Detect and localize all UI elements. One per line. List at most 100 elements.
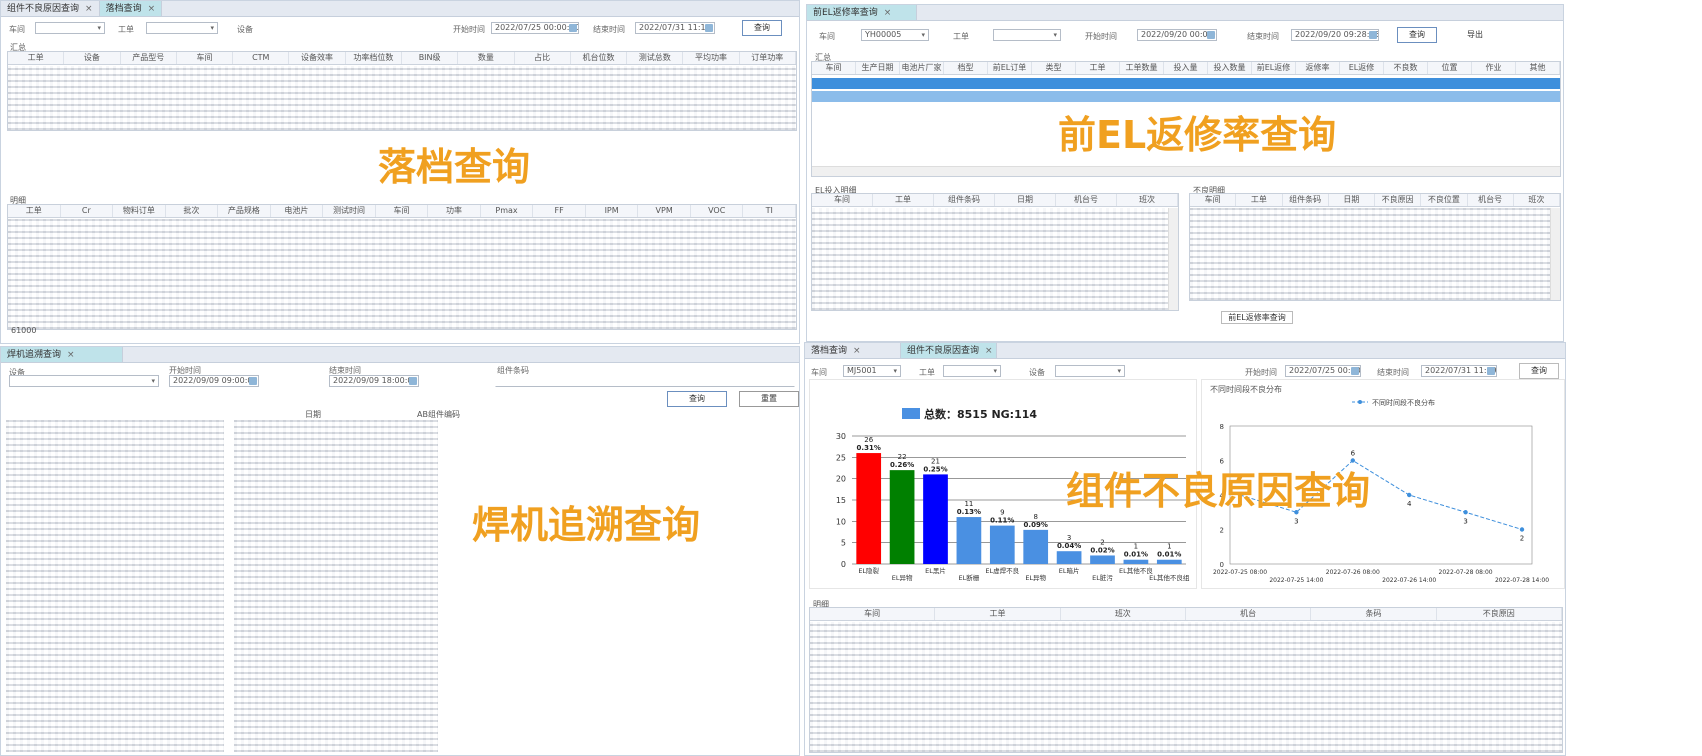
column-header[interactable]: 作业 — [1472, 62, 1516, 74]
column-header[interactable]: 组件条码 — [934, 194, 995, 206]
column-header[interactable]: 返修率 — [1296, 62, 1340, 74]
calendar-icon[interactable] — [1207, 31, 1215, 39]
end-time-input[interactable]: 2022/09/09 18:00:00 — [329, 375, 419, 387]
order-select[interactable]: ▾ — [993, 29, 1061, 41]
column-header[interactable]: 前EL返修 — [1252, 62, 1296, 74]
column-header[interactable]: 档型 — [944, 62, 988, 74]
column-header[interactable]: 车间 — [1190, 194, 1237, 206]
query-button[interactable]: 查询 — [1519, 363, 1559, 379]
selected-row[interactable] — [812, 78, 1560, 89]
column-header[interactable]: CTM — [233, 52, 290, 64]
column-header[interactable]: 工单数量 — [1120, 62, 1164, 74]
column-header[interactable]: 机台 — [1186, 608, 1312, 620]
column-header[interactable]: 不良位置 — [1421, 194, 1468, 206]
column-header[interactable]: 日期 — [1329, 194, 1375, 206]
column-header[interactable]: 位置 — [1428, 62, 1472, 74]
column-header[interactable]: TI — [743, 205, 796, 217]
column-header[interactable]: BIN级 — [402, 52, 459, 64]
tab-el-repair[interactable]: 前EL返修率查询 × — [807, 5, 917, 20]
calendar-icon[interactable] — [1351, 367, 1359, 375]
close-icon[interactable]: × — [85, 2, 93, 16]
tab-defect-reason[interactable]: 组件不良原因查询 × — [901, 343, 997, 358]
column-header[interactable]: 产品规格 — [218, 205, 271, 217]
tab-welder-trace[interactable]: 焊机追溯查询 × — [1, 347, 123, 362]
calendar-icon[interactable] — [409, 377, 417, 385]
detail-grid[interactable]: 车间 工单 班次 机台 条码 不良原因 — [809, 607, 1563, 753]
column-header[interactable]: 投入数量 — [1208, 62, 1252, 74]
column-header[interactable]: 条码 — [1311, 608, 1437, 620]
column-header[interactable]: EL返修 — [1340, 62, 1384, 74]
query-button[interactable]: 查询 — [667, 391, 727, 407]
column-header[interactable]: 工单 — [1236, 194, 1283, 206]
el-input-grid[interactable]: 车间 工单 组件条码 日期 机台号 班次 — [811, 193, 1179, 311]
export-button[interactable]: 导出 — [1457, 27, 1493, 43]
trace-grid[interactable] — [233, 419, 439, 753]
tab-defect-reason[interactable]: 组件不良原因查询 × — [1, 1, 100, 16]
column-header[interactable]: 班次 — [1061, 608, 1186, 620]
column-header[interactable]: 占比 — [515, 52, 571, 64]
column-header[interactable]: 车间 — [177, 52, 234, 64]
device-select[interactable]: ▾ — [1055, 365, 1125, 377]
column-header[interactable]: 工单 — [1076, 62, 1120, 74]
column-header[interactable]: 设备 — [64, 52, 121, 64]
column-header[interactable]: 不良数 — [1384, 62, 1428, 74]
column-header[interactable]: 日期 — [995, 194, 1056, 206]
column-header[interactable]: 工单 — [873, 194, 934, 206]
summary-grid[interactable]: 工单 设备 产品型号 车间 CTM 设备效率 功率档位数 BIN级 数量 占比 机台位数 测试总数 平均… — [7, 51, 797, 131]
start-time-input[interactable]: 2022/09/09 09:00:00 — [169, 375, 259, 387]
column-header[interactable]: 电池片 — [271, 205, 324, 217]
device-list[interactable] — [5, 419, 225, 753]
column-header[interactable]: 车间 — [812, 194, 873, 206]
close-icon[interactable]: × — [985, 344, 993, 358]
horizontal-scrollbar[interactable] — [812, 166, 1560, 176]
column-header[interactable]: 机台号 — [1468, 194, 1514, 206]
end-time-input[interactable]: 2022/07/31 11:14:30 — [635, 22, 715, 34]
column-header[interactable]: IPM — [586, 205, 639, 217]
column-header[interactable]: 测试总数 — [627, 52, 684, 64]
column-header[interactable]: 测试时间 — [323, 205, 376, 217]
tab-falldown[interactable]: 落档查询 × — [99, 1, 163, 16]
vertical-scrollbar[interactable] — [1168, 208, 1178, 310]
column-header[interactable]: 不良原因 — [1437, 608, 1562, 620]
column-header[interactable]: 类型 — [1032, 62, 1076, 74]
order-select[interactable]: ▾ — [146, 22, 218, 34]
tab-falldown[interactable]: 落档查询 × — [805, 343, 901, 358]
column-header[interactable]: 投入量 — [1164, 62, 1208, 74]
end-time-input[interactable]: 2022/07/31 11:19:01 — [1421, 365, 1497, 377]
column-header[interactable]: 机台号 — [1056, 194, 1117, 206]
column-header[interactable]: 机台位数 — [571, 52, 628, 64]
column-header[interactable]: 产品型号 — [121, 52, 177, 64]
column-header[interactable]: VPM — [638, 205, 691, 217]
close-icon[interactable]: × — [67, 348, 75, 362]
column-header[interactable]: 不良原因 — [1375, 194, 1422, 206]
close-icon[interactable]: × — [884, 6, 892, 20]
end-time-input[interactable]: 2022/09/20 09:28:55 — [1291, 29, 1379, 41]
column-header[interactable]: 工单 — [8, 52, 65, 64]
column-header[interactable]: 物料订单 — [113, 205, 166, 217]
close-icon[interactable]: × — [148, 2, 156, 16]
start-time-input[interactable]: 2022/07/25 00:00:00 — [491, 22, 579, 34]
el-repair-query-button[interactable]: 前EL返修率查询 — [1221, 311, 1293, 324]
column-header[interactable]: 平均功率 — [683, 52, 740, 64]
column-header[interactable]: 电池片厂家 — [900, 62, 944, 74]
column-header[interactable]: 工单 — [935, 608, 1061, 620]
column-header[interactable]: 批次 — [166, 205, 219, 217]
column-header[interactable]: 设备效率 — [289, 52, 346, 64]
column-header[interactable]: 车间 — [376, 205, 429, 217]
column-header[interactable]: 生产日期 — [856, 62, 900, 74]
detail-grid[interactable]: 工单 Cr 物料订单 批次 产品规格 电池片 测试时间 车间 功率 Pmax FF IPM VPM VOC… — [7, 204, 797, 330]
column-header[interactable]: Cr — [61, 205, 114, 217]
column-header[interactable]: 车间 — [812, 62, 856, 74]
device-select[interactable]: ▾ — [9, 375, 159, 387]
workshop-select[interactable]: YH00005 ▾ — [861, 29, 929, 41]
defect-grid[interactable]: 车间 工单 组件条码 日期 不良原因 不良位置 机台号 班次 — [1189, 193, 1561, 301]
close-icon[interactable]: × — [853, 344, 861, 358]
column-header[interactable]: FF — [533, 205, 586, 217]
column-header[interactable]: 功率 — [428, 205, 481, 217]
start-time-input[interactable]: 2022/09/20 00:00:00 — [1137, 29, 1217, 41]
column-header[interactable]: 班次 — [1117, 194, 1178, 206]
column-header[interactable]: 功率档位数 — [346, 52, 402, 64]
column-header[interactable]: 组件条码 — [1283, 194, 1329, 206]
column-header[interactable]: VOC — [691, 205, 744, 217]
calendar-icon[interactable] — [1369, 31, 1377, 39]
